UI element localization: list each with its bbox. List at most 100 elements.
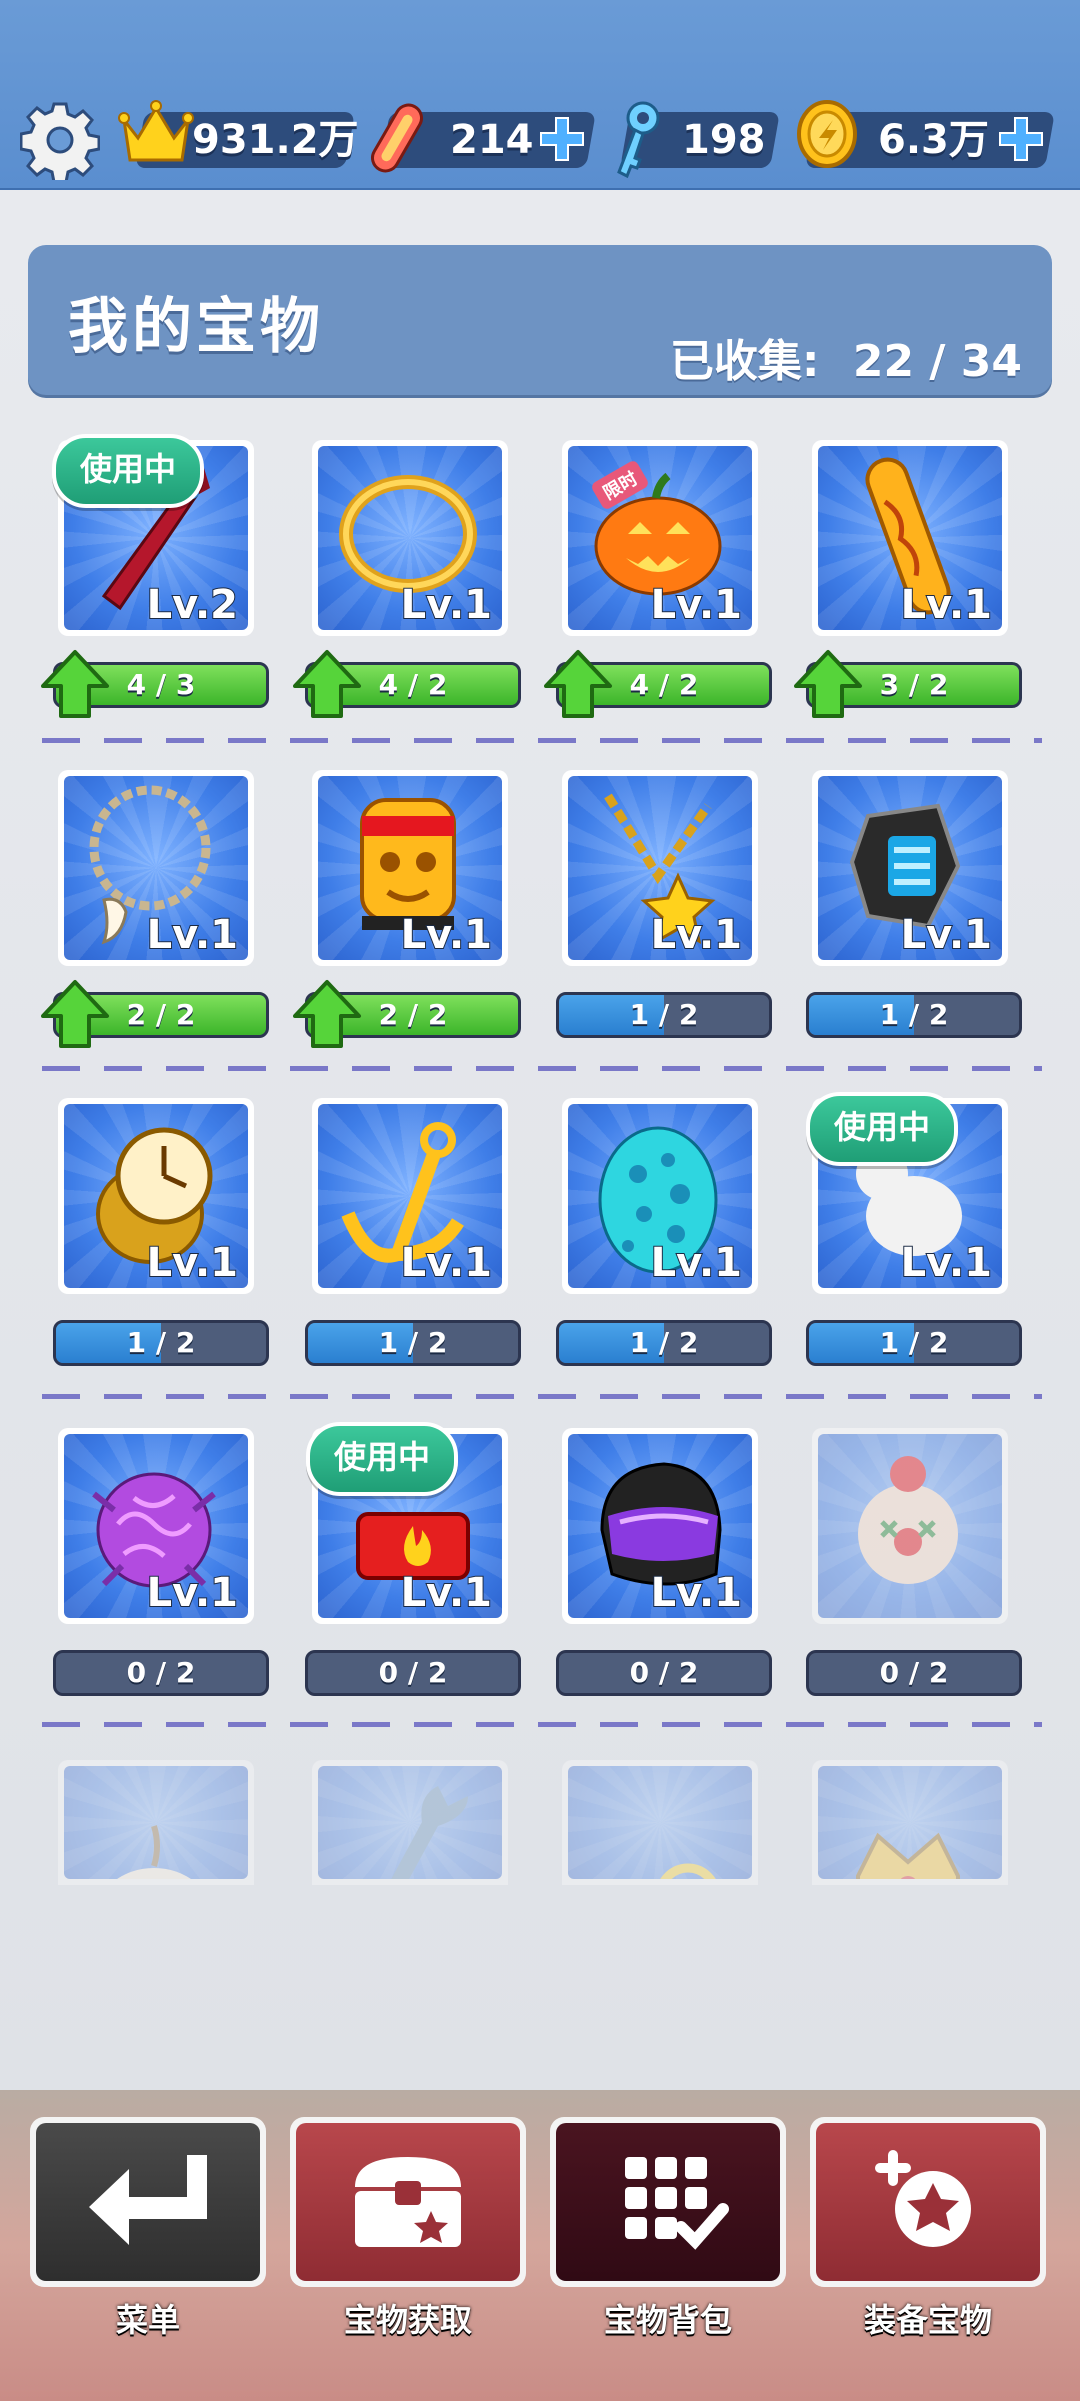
upgrade-arrow-icon[interactable]: [39, 648, 111, 720]
key-icon: [617, 101, 660, 179]
treasure-chest-icon: [355, 2157, 461, 2247]
upgrade-arrow-icon[interactable]: [792, 648, 864, 720]
progress-text: 1 / 2: [629, 1326, 699, 1359]
treasure-card[interactable]: Lv.1: [312, 1098, 508, 1294]
progress-bar: 1 / 2: [806, 1320, 1022, 1366]
treasure-card[interactable]: Lv.1: [312, 770, 508, 966]
treasure-card-art: Lv.1: [318, 1104, 502, 1288]
treasure-card-art: Lv.1: [568, 776, 752, 960]
treasure-card-art: Lv.1: [568, 446, 752, 630]
treasure-level: Lv.1: [650, 1239, 743, 1287]
coins-value: 6.3万: [878, 117, 989, 163]
treasure-level: Lv.1: [900, 911, 993, 959]
upgrade-arrow-icon[interactable]: [291, 978, 363, 1050]
treasure-card[interactable]: [812, 1760, 1008, 1885]
menu-label: 菜单: [115, 2301, 180, 2339]
collected-counter: 已收集: 22 / 34: [670, 325, 1022, 389]
treasure-card[interactable]: Lv.1: [562, 1098, 758, 1294]
progress-text: 0 / 2: [126, 1656, 196, 1689]
crowns-value: 931.2万: [192, 117, 359, 163]
in-use-badge: 使用中: [806, 1092, 959, 1166]
progress-bar: 1 / 2: [305, 1320, 521, 1366]
upgrade-arrow-icon[interactable]: [542, 648, 614, 720]
treasure-card[interactable]: [58, 1760, 254, 1885]
treasure-backpack-button[interactable]: [550, 2117, 786, 2287]
treasure-level: Lv.1: [146, 911, 239, 959]
row-divider: [42, 1066, 1042, 1071]
treasure-level: Lv.1: [400, 1569, 493, 1617]
add-hoverboards-plus-icon[interactable]: [537, 114, 587, 164]
rings-icon: [660, 1863, 716, 1879]
progress-bar: 1 / 2: [53, 1320, 269, 1366]
treasure-card-art: Lv.1: [818, 776, 1002, 960]
upgrade-arrow-icon[interactable]: [39, 978, 111, 1050]
treasure-card-art: Lv.1: [318, 776, 502, 960]
treasure-card[interactable]: [562, 1760, 758, 1885]
treasure-level: Lv.1: [400, 911, 493, 959]
return-arrow-icon: [89, 2155, 207, 2245]
treasure-card[interactable]: Lv.1: [58, 1428, 254, 1624]
treasure-card[interactable]: Lv.1: [562, 770, 758, 966]
progress-text: 1 / 2: [879, 998, 949, 1031]
treasure-card-art: [318, 1766, 502, 1879]
treasure-level: Lv.1: [400, 581, 493, 629]
treasure-card-art: Lv.1: [568, 1104, 752, 1288]
obtain-treasure-button[interactable]: [290, 2117, 526, 2287]
upgrade-arrow-icon[interactable]: [291, 648, 363, 720]
treasure-backpack-label: 宝物背包: [603, 2301, 732, 2339]
progress-bar: 1 / 2: [556, 1320, 772, 1366]
grid-check-icon: [625, 2157, 729, 2250]
treasure-card-art: [818, 1434, 1002, 1618]
progress-text: 1 / 2: [629, 998, 699, 1031]
treasure-card[interactable]: [812, 1428, 1008, 1624]
treasure-card[interactable]: [312, 1760, 508, 1885]
coin-icon: [797, 100, 857, 168]
equip-treasure-label: 装备宝物: [863, 2301, 992, 2339]
treasure-card-art: [568, 1766, 752, 1879]
settings-gear-icon[interactable]: [20, 100, 100, 180]
page-title: 我的宝物: [68, 292, 324, 362]
row-divider: [42, 1394, 1042, 1399]
treasure-level: Lv.1: [900, 581, 993, 629]
treasure-card-art: Lv.1: [64, 1434, 248, 1618]
treasure-card[interactable]: Lv.1: [58, 770, 254, 966]
treasure-card-art: Lv.1: [64, 776, 248, 960]
progress-bar: 1 / 2: [806, 992, 1022, 1038]
progress-bar: 0 / 2: [806, 1650, 1022, 1696]
progress-text: 1 / 2: [378, 1326, 448, 1359]
add-coins-plus-icon[interactable]: [996, 114, 1046, 164]
treasure-card[interactable]: Lv.1: [812, 770, 1008, 966]
menu-button[interactable]: [30, 2117, 266, 2287]
crown-icon: [118, 100, 194, 162]
clown-mask-icon: [858, 1456, 958, 1584]
equip-medal-icon: [875, 2150, 971, 2247]
treasure-card[interactable]: Lv.1: [58, 1098, 254, 1294]
treasure-card-art: [64, 1766, 248, 1879]
treasure-card[interactable]: Lv.1: [562, 1428, 758, 1624]
treasure-card[interactable]: Lv.1: [812, 440, 1008, 636]
progress-text: 1 / 2: [126, 1326, 196, 1359]
treasure-level: Lv.1: [900, 1239, 993, 1287]
progress-bar: 0 / 2: [556, 1650, 772, 1696]
treasure-card-art: [818, 1766, 1002, 1879]
equip-treasure-button[interactable]: [810, 2117, 1046, 2287]
treasure-level: Lv.1: [146, 1569, 239, 1617]
progress-bar: 0 / 2: [305, 1650, 521, 1696]
keys-value: 198: [682, 117, 766, 163]
row-divider: [42, 738, 1042, 743]
treasure-level: Lv.1: [400, 1239, 493, 1287]
row-divider: [42, 1722, 1042, 1727]
treasure-card[interactable]: Lv.1: [562, 440, 758, 636]
wrench-icon: [391, 1786, 468, 1879]
progress-bar: 0 / 2: [53, 1650, 269, 1696]
in-use-badge: 使用中: [306, 1422, 459, 1496]
treasure-level: Lv.1: [650, 1569, 743, 1617]
treasure-card-art: Lv.1: [818, 446, 1002, 630]
obtain-treasure-label: 宝物获取: [343, 2301, 472, 2339]
treasure-card-art: Lv.1: [318, 446, 502, 630]
treasure-card[interactable]: Lv.1: [312, 440, 508, 636]
progress-text: 0 / 2: [879, 1656, 949, 1689]
treasure-card-art: Lv.1: [568, 1434, 752, 1618]
crown-icon: [856, 1832, 960, 1879]
progress-bar: 1 / 2: [556, 992, 772, 1038]
